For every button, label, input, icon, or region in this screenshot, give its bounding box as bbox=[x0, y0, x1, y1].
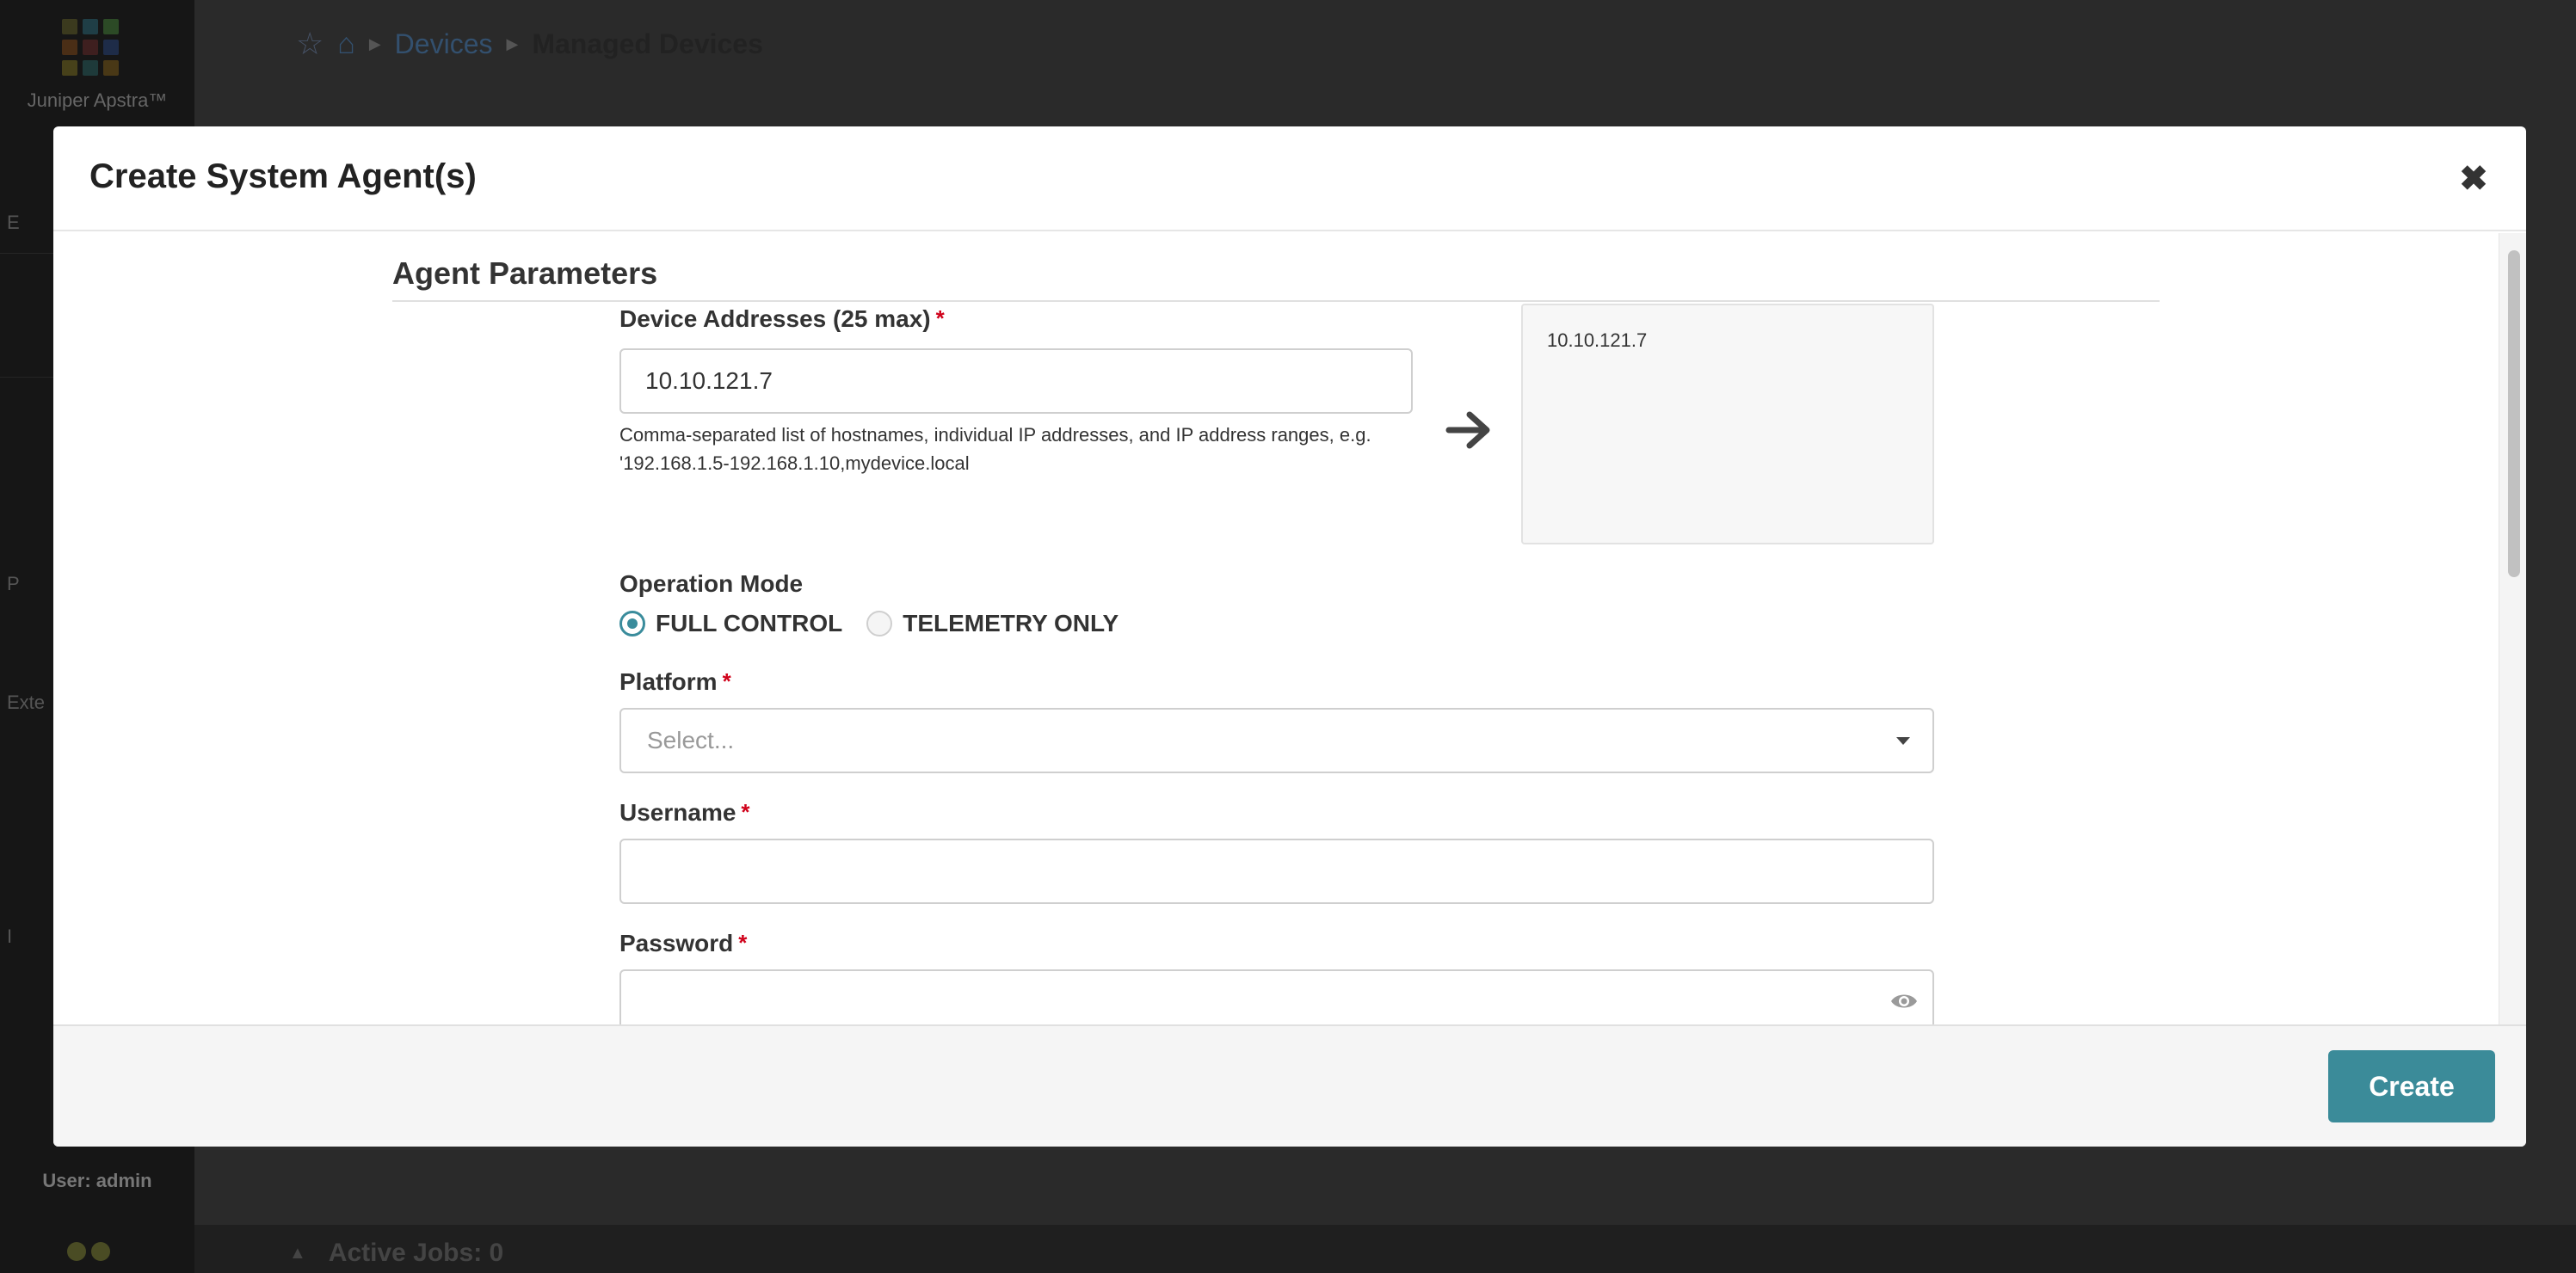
radio-full-control[interactable]: FULL CONTROL bbox=[619, 610, 842, 637]
modal-title: Create System Agent(s) bbox=[89, 157, 477, 195]
modal-header: Create System Agent(s) ✖ bbox=[53, 126, 2526, 231]
required-marker: * bbox=[738, 930, 748, 956]
section-title: Agent Parameters bbox=[392, 255, 658, 291]
sidebar-item-fragment[interactable]: Exte bbox=[7, 692, 45, 714]
breadcrumb-managed-devices: Managed Devices bbox=[532, 28, 763, 59]
scrollbar-thumb[interactable] bbox=[2508, 250, 2520, 577]
required-marker: * bbox=[935, 305, 945, 331]
sidebar-item-fragment[interactable]: I bbox=[7, 926, 12, 948]
status-dots bbox=[67, 1242, 115, 1265]
password-input[interactable] bbox=[619, 969, 1934, 1024]
radio-selected-icon bbox=[619, 611, 645, 636]
modal-footer: Create bbox=[53, 1024, 2526, 1147]
platform-label-text: Platform bbox=[619, 668, 718, 695]
required-marker: * bbox=[741, 799, 750, 825]
username-label-text: Username bbox=[619, 799, 736, 826]
radio-full-control-label: FULL CONTROL bbox=[656, 610, 843, 636]
username-input[interactable] bbox=[619, 839, 1934, 904]
caret-up-icon: ▲ bbox=[289, 1243, 306, 1263]
device-addresses-label: Device Addresses (25 max) * bbox=[619, 305, 945, 333]
device-addresses-helper: Comma-separated list of hostnames, indiv… bbox=[619, 424, 1371, 474]
star-icon[interactable]: ☆ bbox=[296, 26, 324, 62]
jobs-bar bbox=[194, 1225, 2576, 1273]
close-icon: ✖ bbox=[2459, 160, 2488, 198]
required-marker: * bbox=[722, 668, 731, 694]
chevron-right-icon: ▶ bbox=[506, 34, 519, 52]
section-divider bbox=[392, 300, 2160, 302]
apstra-logo bbox=[62, 19, 119, 76]
operation-mode-label: Operation Mode bbox=[619, 570, 804, 597]
device-preview-item: 10.10.121.7 bbox=[1547, 329, 1648, 351]
device-addresses-input[interactable] bbox=[619, 348, 1413, 414]
close-button[interactable]: ✖ bbox=[2452, 157, 2495, 200]
radio-telemetry-only-label: TELEMETRY ONLY bbox=[903, 610, 1119, 636]
user-label[interactable]: User: admin bbox=[0, 1170, 194, 1192]
password-label-text: Password bbox=[619, 930, 734, 956]
active-jobs-label: Active Jobs: 0 bbox=[328, 1239, 504, 1267]
eye-icon[interactable] bbox=[1889, 988, 1919, 1014]
password-label: Password * bbox=[619, 930, 747, 957]
modal-scrollbar[interactable] bbox=[2499, 233, 2526, 1024]
sidebar-item-fragment[interactable]: E bbox=[7, 212, 20, 234]
device-preview-box: 10.10.121.7 bbox=[1521, 304, 1934, 544]
create-button[interactable]: Create bbox=[2328, 1050, 2495, 1122]
brand-name: Juniper Apstra™ bbox=[27, 89, 168, 111]
active-jobs-toggle[interactable]: ▲ Active Jobs: 0 bbox=[289, 1239, 503, 1268]
password-field-wrapper bbox=[619, 969, 1934, 1024]
radio-unselected-icon bbox=[866, 611, 893, 636]
create-system-agents-modal: Create System Agent(s) ✖ Agent Parameter… bbox=[53, 126, 2526, 1147]
platform-select[interactable]: Select... bbox=[619, 708, 1934, 773]
radio-telemetry-only[interactable]: TELEMETRY ONLY bbox=[866, 610, 1119, 637]
breadcrumb-devices[interactable]: Devices bbox=[395, 28, 493, 60]
chevron-right-icon: ▶ bbox=[368, 34, 381, 52]
sidebar-item-fragment[interactable]: P bbox=[7, 573, 20, 595]
arrow-right-icon bbox=[1445, 411, 1490, 449]
modal-body: Agent Parameters Device Addresses (25 ma… bbox=[53, 233, 2526, 1024]
operation-mode-radio-group: FULL CONTROL TELEMETRY ONLY bbox=[619, 610, 1143, 637]
platform-select-placeholder: Select... bbox=[647, 727, 735, 753]
breadcrumb: ☆ ⌂ ▶ Devices ▶ Managed Devices bbox=[296, 26, 763, 62]
platform-label: Platform * bbox=[619, 668, 731, 696]
username-label: Username * bbox=[619, 799, 750, 827]
home-icon[interactable]: ⌂ bbox=[337, 28, 355, 61]
caret-down-icon bbox=[1896, 737, 1910, 745]
device-addresses-label-text: Device Addresses (25 max) bbox=[619, 305, 931, 332]
